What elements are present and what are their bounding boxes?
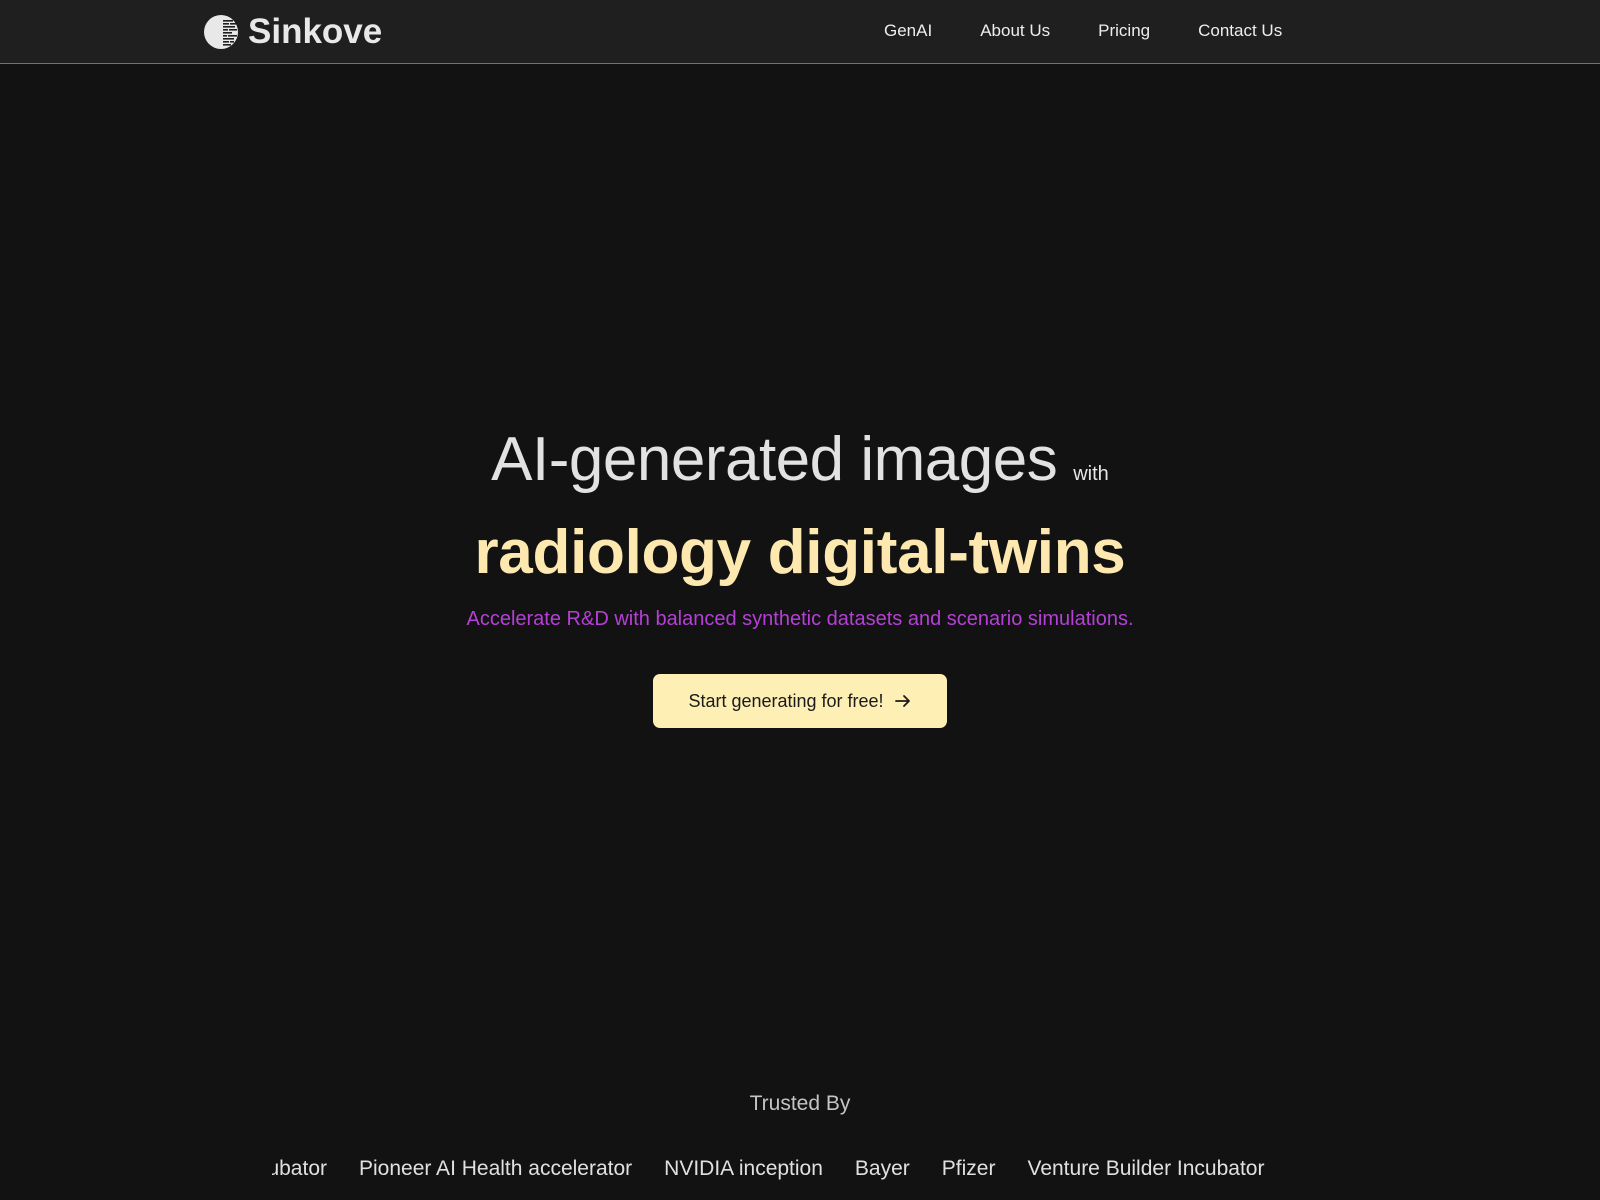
top-navbar: Sinkove GenAI About Us Pricing Contact U…	[0, 0, 1600, 64]
partner-track: Venture Builder Incubator Pioneer AI Hea…	[272, 1152, 1264, 1186]
cta-label: Start generating for free!	[688, 690, 884, 711]
nav-contact-us[interactable]: Contact Us	[1198, 20, 1282, 42]
partner-item: Bayer	[854, 1157, 910, 1180]
arrow-right-icon	[894, 695, 910, 707]
brand-name: Sinkove	[248, 12, 383, 51]
hero-title-line1: AI-generated images with	[0, 420, 1600, 500]
logo-icon	[204, 14, 239, 50]
hero-section: AI-generated images with radiology digit…	[0, 420, 1600, 632]
brand-logo-link[interactable]: Sinkove	[203, 13, 382, 51]
partner-marquee: Venture Builder Incubator Pioneer AI Hea…	[272, 1152, 1329, 1186]
partner-item: Pfizer	[941, 1157, 996, 1180]
main-nav: GenAI About Us Pricing Contact Us	[884, 20, 1282, 42]
nav-about-us[interactable]: About Us	[980, 20, 1050, 42]
hero-title: AI-generated images	[491, 425, 1058, 494]
partner-item: Venture Builder Incubator	[1027, 1157, 1265, 1180]
partner-item: Venture Builder Incubator	[272, 1157, 327, 1180]
hero-subtitle: Accelerate R&D with balanced synthetic d…	[466, 608, 1134, 630]
start-generating-button[interactable]: Start generating for free!	[653, 674, 947, 728]
partner-item: NVIDIA inception	[664, 1157, 823, 1180]
trusted-by-heading: Trusted By	[749, 1092, 851, 1115]
nav-genai[interactable]: GenAI	[884, 20, 932, 42]
hero-title-highlight: radiology digital-twins	[474, 518, 1126, 587]
partner-item: Pioneer AI Health accelerator	[359, 1157, 633, 1180]
nav-pricing[interactable]: Pricing	[1098, 20, 1150, 42]
hero-title-with: with	[1073, 463, 1109, 485]
